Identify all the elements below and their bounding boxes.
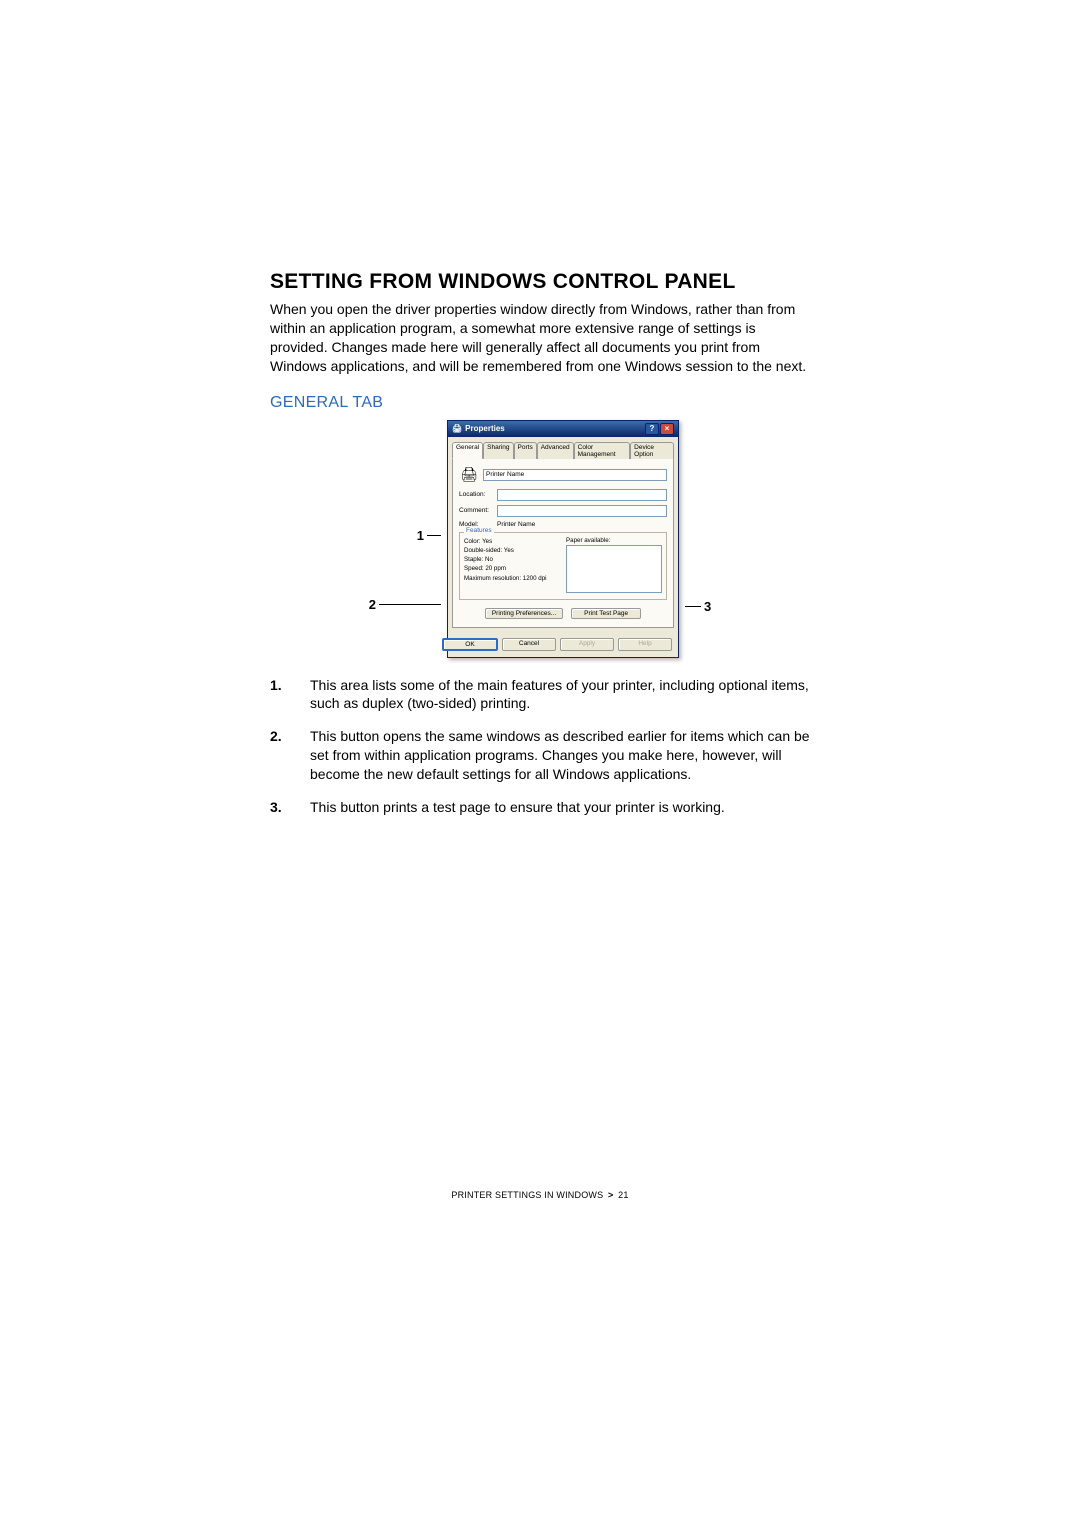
- tab-strip: General Sharing Ports Advanced Color Man…: [448, 437, 678, 458]
- comment-label: Comment:: [459, 507, 493, 514]
- callout-label: 1: [417, 528, 424, 543]
- note-number: 2.: [270, 727, 310, 784]
- feature-line: Staple: No: [464, 555, 560, 564]
- feature-line: Speed: 20 ppm: [464, 564, 560, 573]
- note-item: 3. This button prints a test page to ens…: [270, 798, 810, 817]
- help-window-button[interactable]: ?: [645, 423, 659, 435]
- note-item: 1. This area lists some of the main feat…: [270, 676, 810, 714]
- paper-label: Paper available:: [566, 537, 662, 544]
- callout-line: [685, 606, 701, 607]
- features-list: Color: Yes Double-sided: Yes Staple: No …: [464, 537, 560, 593]
- footer-section: PRINTER SETTINGS IN WINDOWS: [451, 1190, 603, 1200]
- page-title: SETTING FROM WINDOWS CONTROL PANEL: [270, 270, 810, 294]
- note-text: This button opens the same windows as de…: [310, 727, 810, 784]
- note-number: 1.: [270, 676, 310, 714]
- tab-general[interactable]: General: [452, 442, 483, 459]
- cancel-button[interactable]: Cancel: [502, 638, 556, 651]
- tab-ports[interactable]: Ports: [514, 442, 537, 459]
- footer: PRINTER SETTINGS IN WINDOWS > 21: [200, 1190, 880, 1200]
- callouts-right: 3: [685, 420, 711, 658]
- feature-line: Color: Yes: [464, 537, 560, 546]
- comment-field[interactable]: [497, 505, 667, 517]
- footer-page-number: 21: [618, 1190, 628, 1200]
- tab-advanced[interactable]: Advanced: [537, 442, 574, 459]
- feature-line: Double-sided: Yes: [464, 546, 560, 555]
- callout-line: [379, 604, 441, 605]
- printer-icon: 🖨: [452, 424, 462, 433]
- feature-line: Maximum resolution: 1200 dpi: [464, 574, 560, 583]
- callout-line: [427, 535, 441, 536]
- properties-dialog: 🖨 Properties ? × General Sharing Ports A…: [447, 420, 679, 658]
- ok-button[interactable]: OK: [442, 638, 498, 651]
- intro-paragraph: When you open the driver properties wind…: [270, 300, 810, 376]
- section-subheading: GENERAL TAB: [270, 394, 810, 412]
- tab-panel-general: 🖨 Printer Name Location: Comment: Model:…: [452, 458, 674, 628]
- apply-button[interactable]: Apply: [560, 638, 614, 651]
- note-text: This button prints a test page to ensure…: [310, 798, 810, 817]
- note-item: 2. This button opens the same windows as…: [270, 727, 810, 784]
- location-label: Location:: [459, 491, 493, 498]
- footer-separator: >: [608, 1190, 613, 1200]
- help-button[interactable]: Help: [618, 638, 672, 651]
- figure: 1 2 🖨 Properties ? × General: [270, 420, 810, 658]
- features-legend: Features: [464, 527, 494, 534]
- features-group: Features Color: Yes Double-sided: Yes St…: [459, 532, 667, 600]
- callouts-left: 1 2: [369, 420, 441, 658]
- printing-preferences-button[interactable]: Printing Preferences...: [485, 608, 563, 619]
- tab-sharing[interactable]: Sharing: [483, 442, 513, 459]
- dialog-titlebar: 🖨 Properties ? ×: [448, 421, 678, 437]
- page-content: SETTING FROM WINDOWS CONTROL PANEL When …: [200, 210, 880, 1230]
- tab-color-management[interactable]: Color Management: [574, 442, 631, 459]
- note-number: 3.: [270, 798, 310, 817]
- callout-label: 3: [704, 599, 711, 614]
- dialog-title: Properties: [465, 424, 505, 433]
- printer-name-field[interactable]: Printer Name: [483, 469, 667, 481]
- note-text: This area lists some of the main feature…: [310, 676, 810, 714]
- model-value: Printer Name: [497, 521, 535, 528]
- large-printer-icon: 🖨: [459, 465, 479, 485]
- close-window-button[interactable]: ×: [660, 423, 674, 435]
- callout-label: 2: [369, 597, 376, 612]
- numbered-notes: 1. This area lists some of the main feat…: [270, 676, 810, 817]
- location-field[interactable]: [497, 489, 667, 501]
- print-test-page-button[interactable]: Print Test Page: [571, 608, 641, 619]
- paper-available-list[interactable]: [566, 545, 662, 593]
- dialog-buttons: OK Cancel Apply Help: [448, 632, 678, 657]
- tab-device-option[interactable]: Device Option: [630, 442, 674, 459]
